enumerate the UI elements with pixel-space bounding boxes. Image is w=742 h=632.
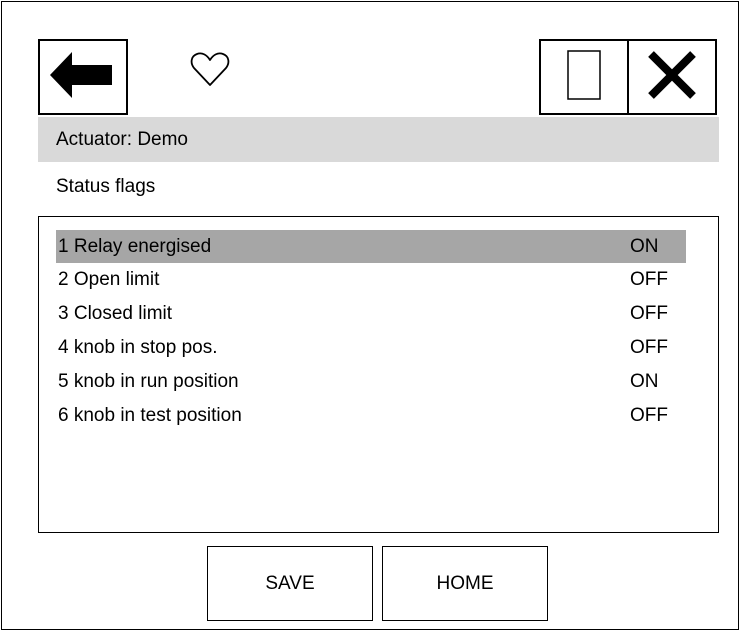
flag-value: ON [630,371,659,392]
arrow-left-icon [50,50,116,105]
flag-value: OFF [630,405,668,426]
window-rectangle-icon [567,49,601,105]
actuator-title-bar: Actuator: Demo [38,117,719,162]
actuator-title: Actuator: Demo [56,128,188,150]
close-x-icon [647,50,697,105]
flag-value: OFF [630,269,668,290]
flag-value: OFF [630,303,668,324]
flag-name: 4 knob in stop pos. [58,337,218,358]
section-label: Status flags [56,176,156,197]
flag-name: 2 Open limit [58,269,160,290]
app-frame: Actuator: Demo Status flags 1 Relay ener… [1,1,739,630]
flag-row[interactable]: 5 knob in run position ON [56,365,686,399]
flag-name: 3 Closed limit [58,303,173,324]
close-button[interactable] [627,39,717,115]
flag-value: OFF [630,337,668,358]
flag-name: 6 knob in test position [58,405,242,426]
flag-name: 5 knob in run position [58,371,239,392]
flag-row[interactable]: 6 knob in test position OFF [56,399,686,433]
flag-row[interactable]: 2 Open limit OFF [56,263,686,297]
flag-value: ON [630,235,659,257]
heart-outline-icon[interactable] [190,52,230,88]
save-button[interactable]: SAVE [207,546,373,621]
back-button[interactable] [38,39,128,115]
flag-row[interactable]: 4 knob in stop pos. OFF [56,331,686,365]
flag-row[interactable]: 1 Relay energised ON [56,230,686,263]
window-button[interactable] [539,39,629,115]
status-flags-list[interactable]: 1 Relay energised ON 2 Open limit OFF 3 … [38,216,719,533]
flag-name: 1 Relay energised [58,235,212,257]
home-button[interactable]: HOME [382,546,548,621]
flag-row[interactable]: 3 Closed limit OFF [56,297,686,331]
